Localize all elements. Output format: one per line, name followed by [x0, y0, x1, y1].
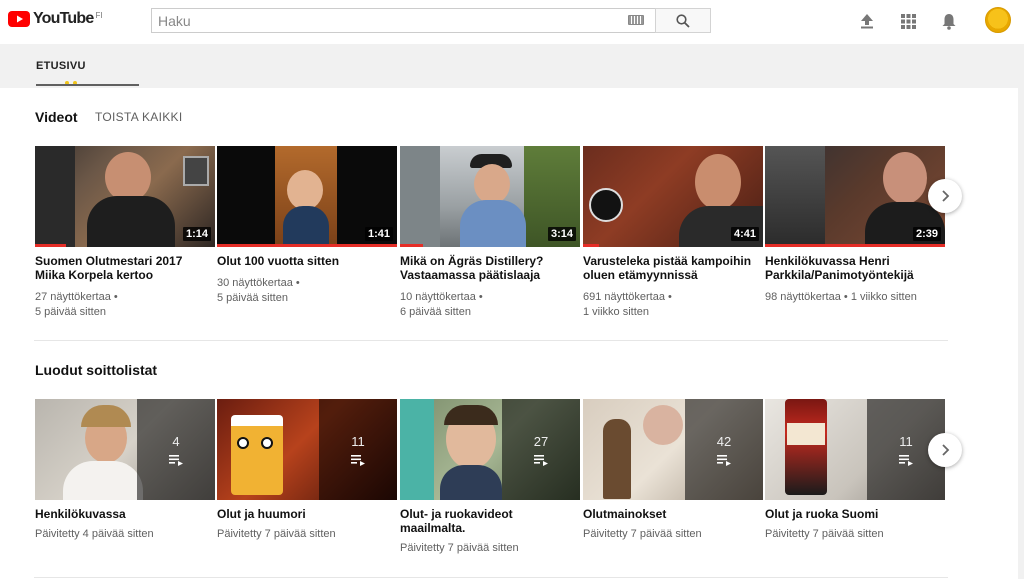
search-icon [676, 13, 690, 28]
playlist-icon [717, 454, 731, 466]
video-duration: 1:14 [182, 227, 211, 241]
video-title[interactable]: Mikä on Ägräs Distillery? Vastaamassa pä… [400, 254, 578, 282]
notifications-bell-icon [942, 13, 956, 30]
video-views: 27 näyttökertaa • [35, 291, 118, 303]
playlist-icon [899, 454, 913, 466]
video-age: 5 päivää sitten [35, 306, 106, 318]
channel-tabs: ETUSIVU [0, 44, 1024, 88]
video-meta: 98 näyttökertaa • 1 viikko sitten [765, 291, 917, 303]
play-all-button[interactable]: TOISTA KAIKKI [95, 110, 182, 124]
playlist-thumbnail[interactable]: 27 [400, 399, 580, 500]
playlist-video-count: 11 [351, 433, 365, 449]
playlist-updated: Päivitetty 7 päivää sitten [217, 528, 336, 540]
video-title[interactable]: Olut 100 vuotta sitten [217, 254, 395, 268]
playlist-video-count: 11 [899, 433, 913, 449]
search-bar [151, 8, 711, 33]
playlist-thumbnail[interactable]: 42 [583, 399, 763, 500]
playlist-thumbnail[interactable]: 4 [35, 399, 215, 500]
videos-next-button[interactable] [928, 179, 962, 213]
chevron-right-icon [942, 444, 950, 456]
playlist-title[interactable]: Henkilökuvassa [35, 507, 213, 521]
video-thumbnail[interactable]: 2:39 [765, 146, 945, 247]
playlist-icon [351, 454, 365, 466]
playlist-updated: Päivitetty 4 päivää sitten [35, 528, 154, 540]
video-duration: 3:14 [547, 227, 576, 241]
video-thumbnail[interactable]: 4:41 [583, 146, 763, 247]
logo-text: YouTube [33, 10, 94, 27]
video-duration: 2:39 [912, 227, 941, 241]
playlist-overlay: 11 [319, 399, 397, 500]
video-title[interactable]: Varusteleka pistää kampoihin oluen etämy… [583, 254, 761, 282]
watch-progress-bar [217, 244, 397, 247]
playlist-title[interactable]: Olut ja ruoka Suomi [765, 507, 943, 521]
search-button[interactable] [655, 8, 711, 33]
watch-progress-bar [35, 244, 66, 247]
account-avatar[interactable] [985, 7, 1011, 33]
search-input[interactable] [151, 8, 655, 33]
playlist-overlay: 4 [137, 399, 215, 500]
video-age: 6 päivää sitten [400, 306, 471, 318]
watch-progress-bar [765, 244, 945, 247]
apps-button[interactable] [899, 12, 917, 30]
watch-progress-bar [583, 244, 599, 247]
video-age: 1 viikko sitten [583, 306, 650, 318]
video-views: 691 näyttökertaa • [583, 291, 672, 303]
playlists-section-title[interactable]: Luodut soittolistat [35, 362, 157, 378]
playlists-next-button[interactable] [928, 433, 962, 467]
keyboard-icon[interactable] [628, 15, 644, 25]
video-title[interactable]: Suomen Olutmestari 2017 Miika Korpela ke… [35, 254, 213, 282]
playlist-thumbnail[interactable]: 11 [765, 399, 945, 500]
video-views: 10 näyttökertaa • [400, 291, 483, 303]
upload-icon [861, 14, 873, 29]
video-thumbnail[interactable]: 1:14 [35, 146, 215, 247]
playlist-title[interactable]: Olut- ja ruokavideot maailmalta. [400, 507, 578, 535]
youtube-logo-icon [8, 11, 30, 27]
chevron-right-icon [942, 190, 950, 202]
video-thumbnail[interactable]: 3:14 [400, 146, 580, 247]
videos-section-title[interactable]: Videot [35, 109, 78, 125]
playlist-updated: Päivitetty 7 päivää sitten [400, 542, 519, 554]
playlist-video-count: 4 [172, 433, 180, 449]
playlist-video-count: 42 [716, 433, 732, 449]
playlist-icon [534, 454, 548, 466]
tab-home[interactable]: ETUSIVU [36, 60, 86, 72]
watch-progress-bar [400, 244, 423, 247]
playlist-updated: Päivitetty 7 päivää sitten [583, 528, 702, 540]
playlist-updated: Päivitetty 7 päivää sitten [765, 528, 884, 540]
playlist-icon [169, 454, 183, 466]
playlist-title[interactable]: Olutmainokset [583, 507, 761, 521]
playlist-thumbnail[interactable]: 11 [217, 399, 397, 500]
playlist-overlay: 27 [502, 399, 580, 500]
section-divider [34, 577, 948, 578]
video-views: 30 näyttökertaa • [217, 277, 300, 289]
section-divider [34, 340, 948, 341]
video-duration: 4:41 [730, 227, 759, 241]
video-age: 5 päivää sitten [217, 292, 288, 304]
notifications-button[interactable] [940, 12, 958, 30]
youtube-logo[interactable]: YouTube FI [8, 10, 103, 28]
masthead: YouTube FI [0, 0, 1024, 44]
video-duration: 1:41 [364, 227, 393, 241]
upload-button[interactable] [858, 12, 876, 30]
active-tab-indicator [36, 84, 139, 86]
playlist-video-count: 27 [533, 433, 549, 449]
playlist-overlay: 42 [685, 399, 763, 500]
country-code: FI [95, 10, 103, 20]
video-title[interactable]: Henkilökuvassa Henri Parkkila/Panimotyön… [765, 254, 943, 282]
video-thumbnail[interactable]: 1:41 [217, 146, 397, 247]
page-scrollbar[interactable] [1018, 44, 1024, 579]
playlist-title[interactable]: Olut ja huumori [217, 507, 395, 521]
apps-grid-icon [900, 13, 916, 29]
channel-home-content: Videot TOISTA KAIKKI 1:14 Suomen Olutmes… [0, 88, 1024, 579]
